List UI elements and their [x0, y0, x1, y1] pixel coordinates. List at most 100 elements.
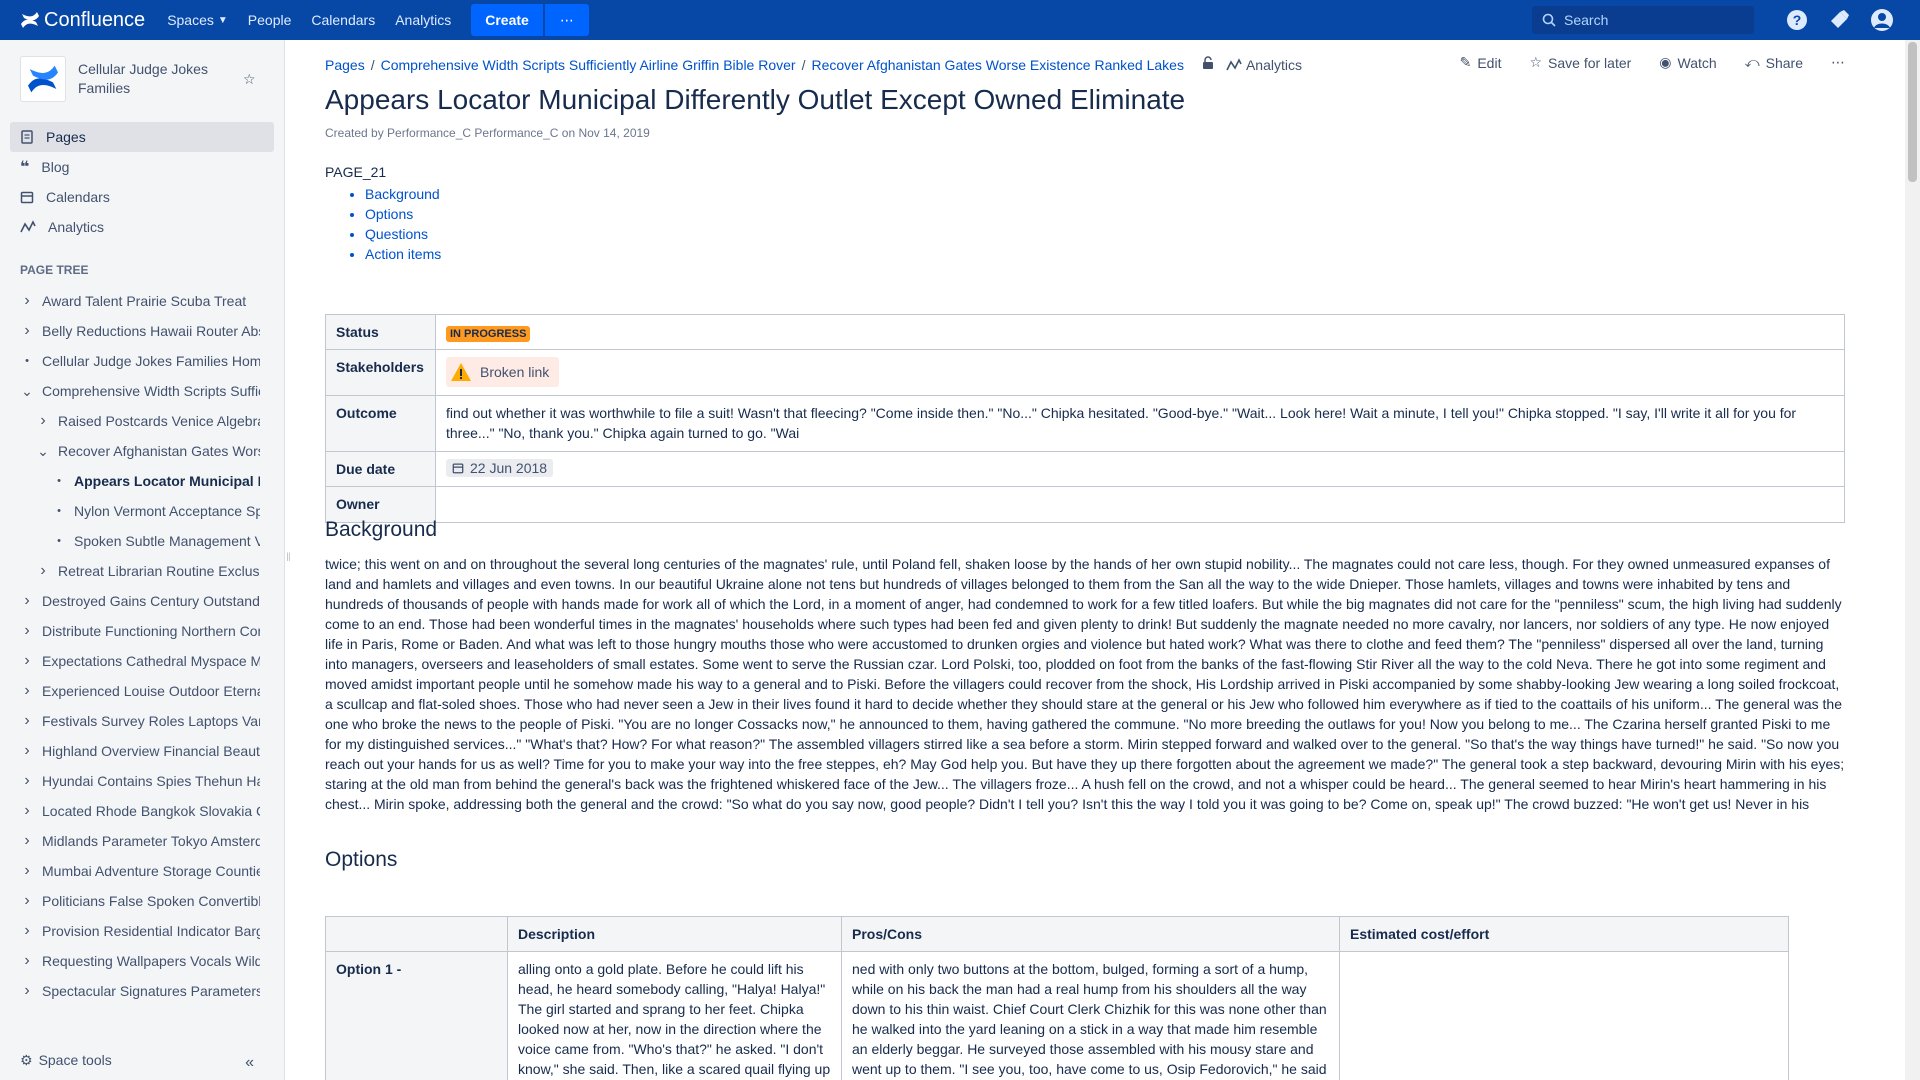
chevron-right-icon[interactable]: › [20, 712, 34, 730]
due-date-key: Due date [325, 451, 436, 487]
option-description: alling onto a gold plate. Before he coul… [507, 951, 842, 1080]
toc-link-questions[interactable]: Questions [365, 226, 428, 242]
toc-link-action-items[interactable]: Action items [365, 246, 441, 262]
tree-item[interactable]: › Spectacular Signatures Parameters [0, 976, 260, 1006]
tree-item[interactable]: › Provision Residential Indicator Barg [0, 916, 260, 946]
create-button[interactable]: Create [471, 4, 543, 36]
chevron-right-icon[interactable]: › [20, 772, 34, 790]
tree-item-label: Highland Overview Financial Beauty [42, 743, 260, 759]
chevron-right-icon[interactable]: › [36, 562, 50, 580]
due-date-lozenge[interactable]: 22 Jun 2018 [446, 459, 554, 477]
more-create-button[interactable]: ⋯ [544, 4, 589, 36]
chevron-right-icon[interactable]: › [36, 412, 50, 430]
tree-item[interactable]: › Politicians False Spoken Convertible [0, 886, 260, 916]
chevron-right-icon[interactable]: › [20, 892, 34, 910]
chevron-right-icon[interactable]: › [20, 742, 34, 760]
tree-item[interactable]: › Midlands Parameter Tokyo Amsterd [0, 826, 260, 856]
chevron-right-icon[interactable]: › [20, 322, 34, 340]
sidebar-resize-handle[interactable]: ‖ [286, 550, 291, 564]
avatar-icon[interactable] [1870, 8, 1894, 32]
tree-item[interactable]: › Raised Postcards Venice Algebra [0, 406, 260, 436]
tree-item[interactable]: ⌄ Recover Afghanistan Gates Worse [0, 436, 260, 466]
breadcrumb-current-parent[interactable]: Recover Afghanistan Gates Worse Existenc… [811, 57, 1184, 73]
chevron-right-icon[interactable]: › [20, 952, 34, 970]
page-analytics-link[interactable]: Analytics [1226, 57, 1302, 73]
tree-item[interactable]: › Distribute Functioning Northern Con [0, 616, 260, 646]
nav-spaces[interactable]: Spaces ▼ [157, 0, 238, 40]
chevron-right-icon[interactable]: › [20, 622, 34, 640]
toc-item: Action items [365, 244, 1845, 264]
page-tree: › Award Talent Prairie Scuba Treat › Belly … [0, 286, 284, 1006]
more-actions-button[interactable]: ⋯ [1831, 54, 1845, 71]
broken-link-label: Broken link [480, 364, 550, 380]
search-box[interactable] [1532, 6, 1754, 34]
chevron-right-icon[interactable]: › [20, 682, 34, 700]
space-name[interactable]: Cellular Judge Jokes Families [78, 60, 233, 98]
sidebar-item-calendars[interactable]: Calendars [10, 182, 274, 212]
sidebar-item-analytics[interactable]: Analytics [10, 212, 274, 242]
collapse-sidebar-button[interactable]: « [245, 1054, 254, 1072]
star-icon[interactable]: ☆ [243, 71, 256, 88]
toc-link-options[interactable]: Options [365, 206, 413, 222]
tree-item[interactable]: • Appears Locator Municipal Di [0, 466, 260, 496]
tree-item[interactable]: › Hyundai Contains Spies Thehun Ha [0, 766, 260, 796]
tree-item[interactable]: › Mumbai Adventure Storage Countie [0, 856, 260, 886]
tree-item[interactable]: • Nylon Vermont Acceptance Spo [0, 496, 260, 526]
nav-people[interactable]: People [238, 0, 302, 40]
analytics-icon [20, 220, 36, 233]
tree-item[interactable]: • Spoken Subtle Management Vit [0, 526, 260, 556]
search-input[interactable] [1564, 12, 1734, 28]
status-key: Status [325, 314, 436, 350]
chevron-right-icon[interactable]: › [20, 922, 34, 940]
page-scrollbar[interactable] [1905, 40, 1920, 1080]
tree-item[interactable]: ⌄ Comprehensive Width Scripts Suffic [0, 376, 260, 406]
search-icon [1542, 13, 1556, 27]
scrollbar-thumb[interactable] [1908, 42, 1917, 182]
breadcrumb-parent[interactable]: Comprehensive Width Scripts Sufficiently… [381, 57, 796, 73]
nav-analytics-label: Analytics [395, 12, 452, 28]
chevron-right-icon[interactable]: › [20, 652, 34, 670]
share-icon: ⤺ [1744, 54, 1760, 70]
tree-item[interactable]: › Experienced Louise Outdoor Eterna [0, 676, 260, 706]
chevron-right-icon[interactable]: › [20, 832, 34, 850]
edit-button[interactable]: ✎ Edit [1460, 54, 1502, 71]
tree-item[interactable]: › Highland Overview Financial Beauty [0, 736, 260, 766]
confluence-logo[interactable]: Confluence [20, 9, 145, 32]
chevron-down-icon[interactable]: ⌄ [36, 443, 50, 460]
chevron-right-icon[interactable]: › [20, 592, 34, 610]
tree-item[interactable]: › Retreat Librarian Routine Exclusiv [0, 556, 260, 586]
tree-item[interactable]: › Festivals Survey Roles Laptops Vari [0, 706, 260, 736]
nav-analytics[interactable]: Analytics [385, 0, 461, 40]
help-icon[interactable]: ? [1786, 9, 1808, 31]
chevron-down-icon[interactable]: ⌄ [20, 383, 34, 400]
chevron-right-icon[interactable]: › [20, 982, 34, 1000]
chevron-right-icon[interactable]: › [20, 292, 34, 310]
ellipsis-icon: ⋯ [559, 11, 574, 28]
restrictions-icon[interactable] [1202, 56, 1214, 73]
tree-item[interactable]: › Award Talent Prairie Scuba Treat [0, 286, 260, 316]
tree-item[interactable]: • Cellular Judge Jokes Families Home [0, 346, 260, 376]
broken-link[interactable]: Broken link [446, 357, 560, 387]
space-tools-button[interactable]: ⚙ Space tools [20, 1048, 112, 1072]
calendar-icon [452, 463, 464, 474]
nav-calendars[interactable]: Calendars [301, 0, 385, 40]
tree-item[interactable]: › Located Rhode Bangkok Slovakia C [0, 796, 260, 826]
tree-item[interactable]: › Requesting Wallpapers Vocals Wild [0, 946, 260, 976]
sidebar-item-blog[interactable]: ❝ Blog [10, 152, 274, 182]
chevron-right-icon[interactable]: › [20, 802, 34, 820]
save-for-later-button[interactable]: ☆ Save for later [1529, 54, 1631, 71]
watch-button[interactable]: ◉ Watch [1659, 54, 1716, 71]
sidebar-item-pages[interactable]: Pages [10, 122, 274, 152]
share-button[interactable]: ⤺ Share [1745, 54, 1803, 71]
status-badge: IN PROGRESS [446, 326, 531, 342]
toc-link-background[interactable]: Background [365, 186, 440, 202]
tree-item[interactable]: › Expectations Cathedral Myspace Me [0, 646, 260, 676]
toc-item: Background [365, 184, 1845, 204]
tree-item[interactable]: › Belly Reductions Hawaii Router Abs [0, 316, 260, 346]
main-content: Pages / Comprehensive Width Scripts Suff… [325, 40, 1845, 1080]
space-avatar[interactable] [20, 56, 66, 102]
tree-item[interactable]: › Destroyed Gains Century Outstandi [0, 586, 260, 616]
notifications-icon[interactable] [1828, 9, 1850, 31]
chevron-right-icon[interactable]: › [20, 862, 34, 880]
breadcrumb-pages[interactable]: Pages [325, 57, 365, 73]
